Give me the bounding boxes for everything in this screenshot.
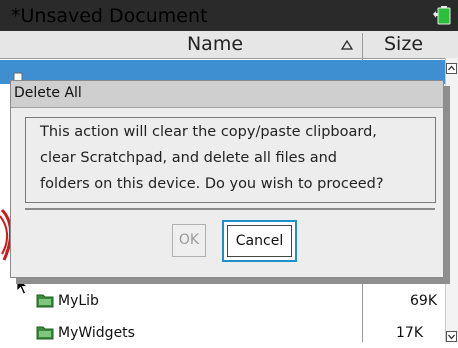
file-name: MyWidgets	[58, 325, 135, 341]
dialog-title: Delete All	[14, 85, 82, 101]
sort-ascending-icon[interactable]	[341, 40, 353, 50]
list-item[interactable]: MyLib 69K	[0, 286, 445, 316]
folder-icon	[36, 326, 54, 340]
list-item[interactable]: MyWidgets 17K	[0, 318, 445, 348]
column-header-size[interactable]: Size	[372, 33, 452, 55]
dialog-divider	[25, 208, 435, 210]
file-name: MyLib	[58, 293, 99, 309]
file-size: 17K	[396, 325, 423, 341]
folder-icon	[36, 294, 54, 308]
scroll-down-arrow-icon[interactable]	[446, 331, 457, 342]
cancel-button[interactable]: Cancel	[227, 225, 292, 257]
dialog-message-line: clear Scratchpad, and delete all files a…	[40, 150, 338, 166]
ok-button[interactable]: OK	[172, 224, 206, 257]
scrollbar[interactable]	[445, 58, 458, 342]
column-header-name[interactable]: Name	[140, 33, 290, 55]
document-title: *Unsaved Document	[11, 5, 208, 27]
battery-icon	[433, 6, 451, 25]
mouse-pointer-icon	[16, 276, 29, 295]
scroll-up-arrow-icon[interactable]	[446, 63, 457, 74]
dialog-message-line: folders on this device. Do you wish to p…	[40, 176, 384, 192]
file-size: 69K	[410, 293, 437, 309]
dialog-message-line: This action will clear the copy/paste cl…	[40, 124, 377, 140]
